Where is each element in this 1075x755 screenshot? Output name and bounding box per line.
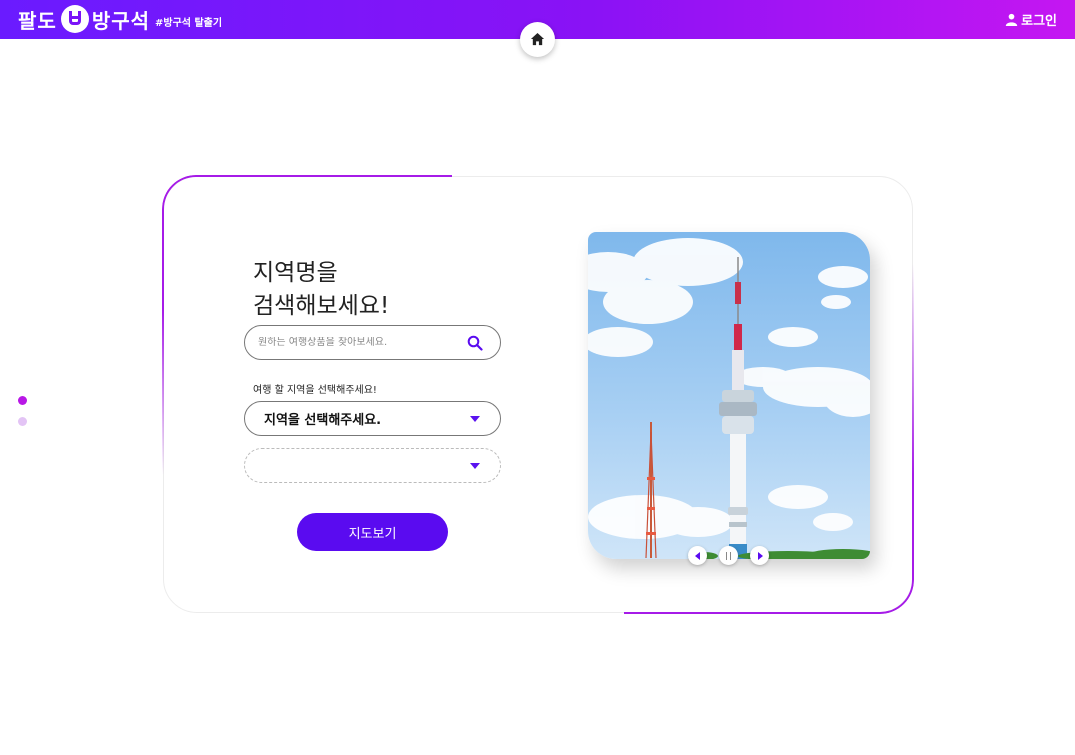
login-link[interactable]: 로그인 — [1005, 10, 1057, 29]
search-heading: 지역명을 검색해보세요! — [253, 257, 513, 323]
page-dot[interactable] — [18, 417, 27, 426]
pause-icon — [726, 551, 731, 560]
search-box — [244, 325, 501, 360]
region-select-label: 여행 할 지역을 선택해주세요! — [253, 385, 377, 396]
seat-logo-icon — [60, 5, 89, 33]
logo-text-paldo: 팔도 — [18, 8, 57, 33]
subregion-select[interactable] — [244, 448, 501, 483]
next-icon — [758, 551, 763, 560]
slider-next-button[interactable] — [750, 546, 769, 565]
search-input[interactable] — [258, 337, 458, 348]
caret-down-icon — [470, 416, 480, 422]
login-label: 로그인 — [1021, 14, 1057, 29]
caret-down-icon — [470, 463, 480, 469]
search-card: 지역명을 검색해보세요! 여행 할 지역을 선택해주세요! 지역을 선택해주세요… — [162, 175, 914, 614]
logo-hashtag: #방구석 탈출기 — [155, 18, 223, 29]
page-dot-active[interactable] — [18, 396, 27, 405]
home-icon — [530, 32, 545, 46]
heading-line-2: 검색해보세요! — [253, 293, 390, 319]
region-select[interactable]: 지역을 선택해주세요. — [244, 401, 501, 436]
slider-pause-button[interactable] — [719, 546, 738, 565]
slider-prev-button[interactable] — [688, 546, 707, 565]
heading-line-1: 지역명을 — [253, 260, 338, 286]
slider-image — [588, 232, 870, 559]
view-map-button[interactable]: 지도보기 — [297, 513, 448, 551]
region-select-value: 지역을 선택해주세요. — [264, 413, 382, 428]
tower-photo — [588, 238, 870, 559]
home-button[interactable] — [520, 22, 555, 57]
prev-icon — [694, 551, 700, 560]
logo-text-banggusuk: 방구석 — [91, 8, 151, 33]
user-icon — [1005, 13, 1018, 26]
site-logo[interactable]: 팔도 방구석 #방구석 탈출기 — [18, 3, 222, 35]
search-icon[interactable] — [467, 335, 483, 351]
